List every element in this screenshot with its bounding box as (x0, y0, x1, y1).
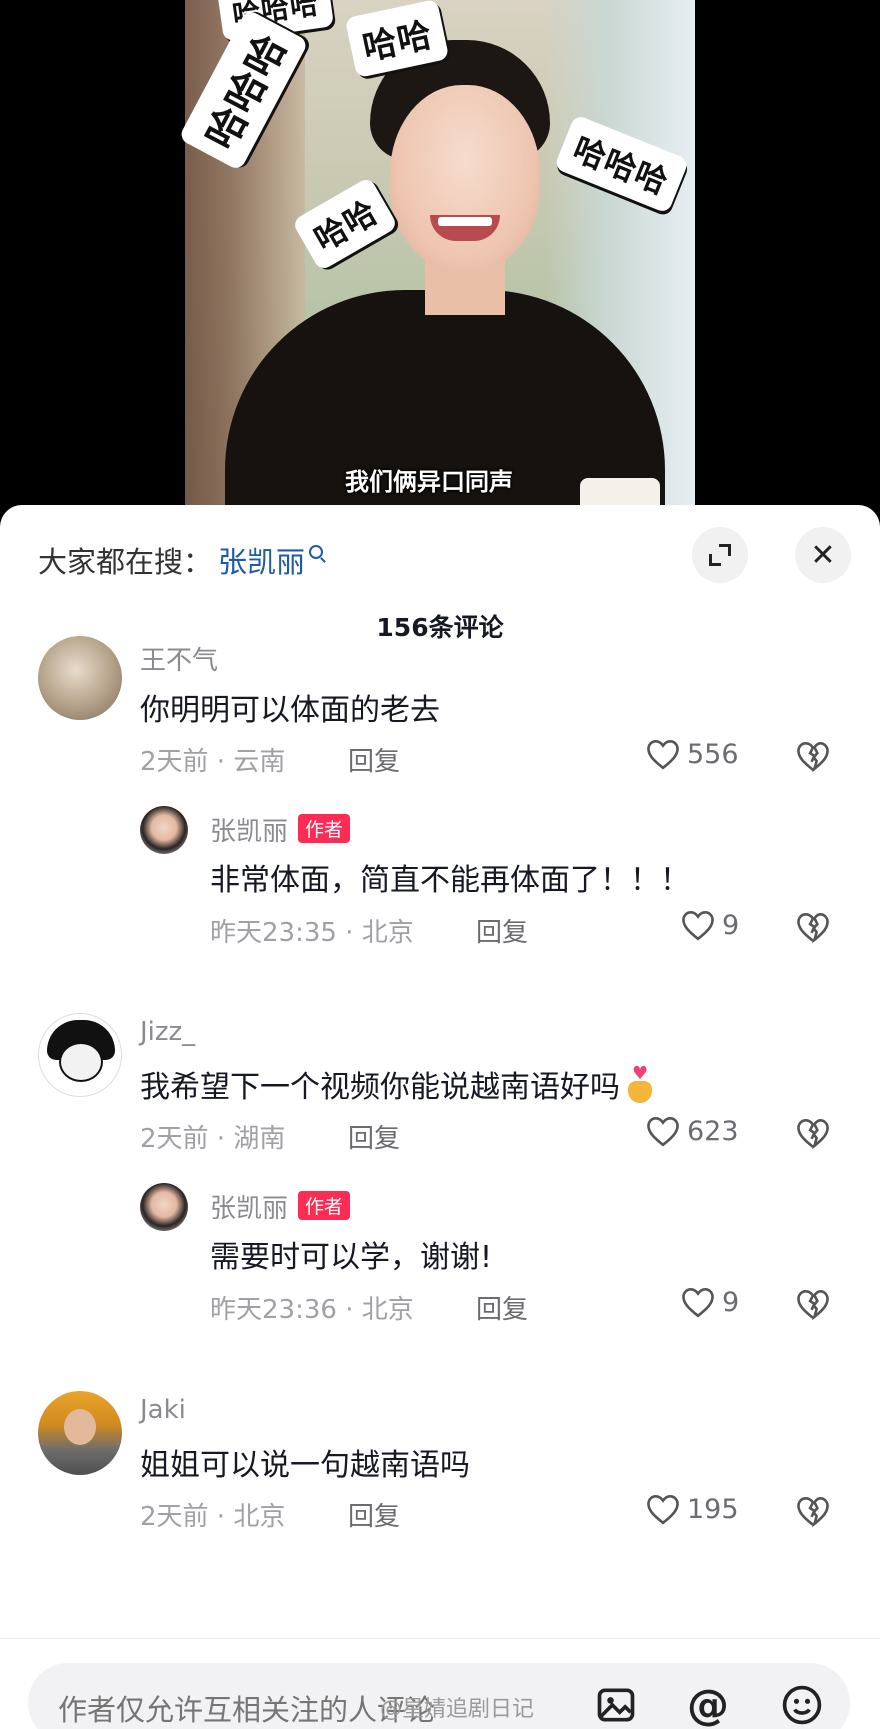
mention-icon[interactable]: @ (686, 1683, 730, 1727)
reply-username-text: 张凯丽 (210, 1194, 289, 1224)
reply-button[interactable]: 回复 (348, 1496, 400, 1533)
comment-text-content: 我希望下一个视频你能说越南语好吗 (140, 1070, 620, 1105)
video-subtitle: 我们俩异口同声 (345, 468, 513, 496)
comment-time-location: 2天前 · 湖南 (140, 1124, 286, 1154)
reply-username[interactable]: 张凯丽 作者 (210, 1188, 351, 1225)
avatar[interactable] (140, 1183, 188, 1231)
emoji-icon[interactable] (780, 1683, 824, 1727)
heart-icon (682, 1288, 714, 1318)
video-player[interactable]: 哈哈哈 哈哈 哈哈哈 哈哈哈 哈哈 我们俩异口同声 (0, 0, 880, 520)
trending-search-label: 大家都在搜： (38, 545, 213, 579)
dislike-icon[interactable] (795, 1495, 831, 1527)
comment-time-location: 2天前 · 云南 (140, 747, 286, 777)
like-button[interactable]: 623 (645, 1115, 739, 1147)
comment-username[interactable]: Jaki (140, 1395, 186, 1425)
comment-username[interactable]: 王不气 (140, 640, 218, 677)
like-button[interactable]: 9 (680, 909, 739, 941)
finger-heart-emoji-icon (624, 1063, 654, 1103)
like-button[interactable]: 195 (645, 1493, 739, 1525)
heart-icon (682, 911, 714, 941)
person-face (390, 85, 540, 270)
comment-username[interactable]: Jizz_ (140, 1017, 195, 1047)
dislike-icon[interactable] (795, 1288, 831, 1320)
reply-time-location: 昨天23:36 · 北京 (210, 1295, 414, 1325)
author-badge: 作者 (298, 1191, 351, 1220)
expand-button[interactable] (692, 527, 748, 583)
trending-search[interactable]: 大家都在搜： 张凯丽 (38, 535, 324, 585)
comment-time-location: 2天前 · 北京 (140, 1502, 286, 1532)
dislike-icon[interactable] (795, 1117, 831, 1149)
comment-panel: 大家都在搜： 张凯丽 ✕ 156条评论 王不气 你明明可以体面的老去 2天前 ·… (0, 505, 880, 1729)
reply-time-location: 昨天23:35 · 北京 (210, 918, 414, 948)
reply-button[interactable]: 回复 (476, 1289, 528, 1326)
like-count: 623 (687, 1115, 739, 1147)
reply-username-text: 张凯丽 (210, 817, 289, 847)
search-icon (309, 545, 324, 559)
comment-text: 姐姐可以说一句越南语吗 (140, 1448, 470, 1483)
heart-icon (647, 740, 679, 770)
like-count: 9 (722, 1286, 740, 1318)
comment-count: 156条评论 (376, 613, 504, 642)
close-icon: ✕ (810, 537, 836, 573)
reply-username[interactable]: 张凯丽 作者 (210, 811, 351, 848)
heart-icon (647, 1117, 679, 1147)
reply-text: 需要时可以学，谢谢! (210, 1240, 493, 1275)
reply-button[interactable]: 回复 (476, 912, 528, 949)
like-count: 195 (687, 1493, 739, 1525)
trending-search-term[interactable]: 张凯丽 (218, 539, 305, 581)
dislike-icon[interactable] (795, 740, 831, 772)
author-badge: 作者 (298, 814, 351, 843)
like-button[interactable]: 9 (680, 1286, 739, 1318)
image-icon[interactable] (594, 1683, 638, 1727)
heart-icon (647, 1495, 679, 1525)
avatar[interactable] (38, 636, 122, 720)
reply-button[interactable]: 回复 (348, 741, 400, 778)
like-button[interactable]: 556 (645, 738, 739, 770)
watermark: @星婧追剧日记 (380, 1697, 535, 1722)
comment-text: 我希望下一个视频你能说越南语好吗 (140, 1062, 654, 1106)
close-button[interactable]: ✕ (795, 527, 851, 583)
like-count: 9 (722, 909, 740, 941)
expand-icon (707, 542, 733, 568)
avatar[interactable] (140, 806, 188, 854)
reply-button[interactable]: 回复 (348, 1118, 400, 1155)
comment-input-placeholder: 作者仅允许互相关注的人评论 (58, 1693, 436, 1727)
avatar[interactable] (38, 1391, 122, 1475)
comment-text: 你明明可以体面的老去 (140, 693, 440, 728)
dislike-icon[interactable] (795, 911, 831, 943)
reply-text: 非常体面，简直不能再体面了！！！ (210, 863, 690, 898)
like-count: 556 (687, 738, 739, 770)
avatar[interactable] (38, 1013, 122, 1097)
